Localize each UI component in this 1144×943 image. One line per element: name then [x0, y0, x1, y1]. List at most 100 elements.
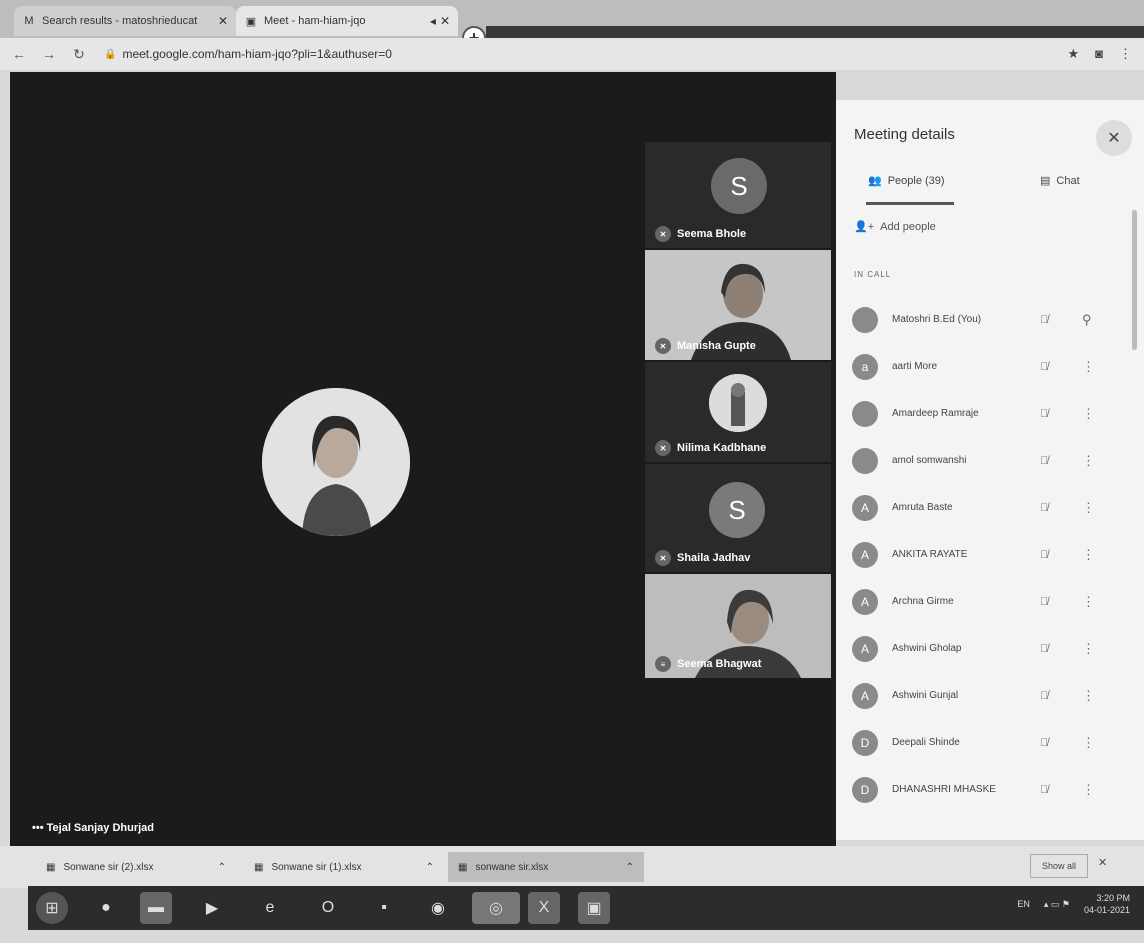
more-vert-icon[interactable]: ⋮: [1082, 500, 1095, 516]
bookmark-star-icon[interactable]: ★: [1067, 46, 1079, 62]
panel-scrollbar[interactable]: [1132, 210, 1137, 350]
excel-icon[interactable]: X: [528, 892, 560, 924]
more-vert-icon[interactable]: ⋮: [1082, 782, 1095, 798]
participant-avatar: [709, 374, 767, 432]
participant-tile[interactable]: S ✕ Seema Bhole: [645, 142, 831, 248]
lock-icon: 🔒: [104, 48, 117, 60]
excel-file-icon: ▦: [458, 861, 468, 873]
participant-row[interactable]: A Archna Girme 🎙̸ ⋮: [836, 578, 1144, 625]
mic-off-icon[interactable]: 🎙̸: [1040, 643, 1048, 655]
participant-tile[interactable]: S ✕ Shaila Jadhav: [645, 464, 831, 572]
participant-row[interactable]: D DHANASHRI MHASKE 🎙̸ ⋮: [836, 766, 1144, 813]
mic-off-icon[interactable]: 🎙̸: [1040, 314, 1048, 326]
more-vert-icon[interactable]: ⋮: [1082, 547, 1095, 563]
speaking-icon: ≡: [655, 656, 671, 672]
mic-off-icon[interactable]: 🎙̸: [1040, 455, 1048, 467]
clock[interactable]: 3:20 PM 04-01-2021: [1084, 892, 1130, 916]
participant-avatar: [852, 306, 878, 333]
tab-audio-icon[interactable]: ◂: [430, 14, 436, 28]
downloads-bar: ▦ Sonwane sir (2).xlsx ⌃ ▦ Sonwane sir (…: [0, 846, 1144, 888]
chevron-up-icon[interactable]: ⌃: [426, 862, 434, 873]
close-icon[interactable]: ✕: [1098, 856, 1107, 869]
participant-avatar: A: [852, 494, 878, 521]
participant-list: Matoshri B.Ed (You) 🎙̸ ⚲ a aarti More 🎙̸ ⋮ Amar…: [836, 296, 1144, 840]
tab-close-icon[interactable]: ✕: [440, 14, 450, 28]
mic-off-icon[interactable]: 🎙̸: [1040, 549, 1048, 561]
url-field[interactable]: meet.google.com/ham-hiam-jqo?pli=1&authu…: [122, 47, 392, 61]
tray-icons[interactable]: ▴ ▭ ⚑: [1044, 899, 1070, 910]
participant-row[interactable]: Matoshri B.Ed (You) 🎙̸ ⚲: [836, 296, 1144, 343]
tab-title: Search results - matoshrieducat: [42, 15, 198, 27]
participant-row[interactable]: Amardeep Ramraje 🎙̸ ⋮: [836, 390, 1144, 437]
app-icon[interactable]: ▣: [578, 892, 610, 924]
chevron-up-icon[interactable]: ⌃: [626, 862, 634, 873]
close-icon[interactable]: ✕: [1096, 120, 1132, 156]
participant-row[interactable]: A ANKITA RAYATE 🎙̸ ⋮: [836, 531, 1144, 578]
participant-tile[interactable]: ≡ Seema Bhagwat: [645, 574, 831, 678]
tab-chat[interactable]: ▤ Chat: [1040, 174, 1080, 188]
mic-off-icon[interactable]: 🎙̸: [1040, 737, 1048, 749]
participant-tile[interactable]: ✕ Manisha Gupte: [645, 250, 831, 360]
participant-avatar: D: [852, 776, 878, 803]
participant-row[interactable]: D Deepali Shinde 🎙̸ ⋮: [836, 719, 1144, 766]
reload-icon[interactable]: ↻: [68, 46, 90, 63]
app-icon[interactable]: ▪: [368, 892, 400, 924]
chevron-up-icon[interactable]: ⌃: [218, 862, 226, 873]
participant-name: aarti More: [892, 361, 938, 372]
windows-taskbar: ⊞ ● ▬ ▶ e O ▪ ◉ ◎ X ▣ EN ▴ ▭ ⚑ 3:20 PM 0…: [28, 886, 1144, 930]
participant-row[interactable]: A Amruta Baste 🎙̸ ⋮: [836, 484, 1144, 531]
menu-dots-icon[interactable]: ⋮: [1119, 46, 1132, 62]
language-indicator[interactable]: EN: [1017, 899, 1030, 909]
participant-avatar: A: [852, 541, 878, 568]
participant-name: Deepali Shinde: [892, 737, 960, 748]
participant-row[interactable]: A Ashwini Gholap 🎙̸ ⋮: [836, 625, 1144, 672]
download-item[interactable]: ▦ Sonwane sir (2).xlsx ⌃: [36, 852, 236, 882]
mic-off-icon[interactable]: 🎙̸: [1040, 596, 1048, 608]
participant-tile[interactable]: ✕ Nilima Kadbhane: [645, 362, 831, 462]
start-icon[interactable]: ⊞: [36, 892, 68, 924]
more-vert-icon[interactable]: ⋮: [1082, 406, 1095, 422]
media-icon[interactable]: ●: [90, 892, 122, 924]
tab-close-icon[interactable]: ✕: [218, 14, 228, 28]
app-icon[interactable]: ◉: [422, 892, 454, 924]
more-options-icon[interactable]: •••: [32, 822, 44, 834]
mic-off-icon[interactable]: 🎙̸: [1040, 784, 1048, 796]
more-vert-icon[interactable]: ⋮: [1082, 735, 1095, 751]
add-person-icon: 👤+: [854, 221, 875, 233]
tab-search-results[interactable]: M Search results - matoshrieducat ✕: [14, 6, 236, 36]
forward-icon[interactable]: →: [38, 46, 60, 62]
more-vert-icon[interactable]: ⋮: [1082, 641, 1095, 657]
mic-off-icon[interactable]: 🎙̸: [1040, 690, 1048, 702]
participant-avatar: A: [852, 588, 878, 615]
internet-explorer-icon[interactable]: e: [254, 892, 286, 924]
mic-off-icon[interactable]: 🎙̸: [1040, 361, 1048, 373]
more-vert-icon[interactable]: ⋮: [1082, 359, 1095, 375]
participant-row[interactable]: a aarti More 🎙̸ ⋮: [836, 343, 1144, 390]
more-vert-icon[interactable]: ⋮: [1082, 453, 1095, 469]
gmail-icon: M: [24, 15, 34, 27]
pin-icon[interactable]: ⚲: [1082, 312, 1092, 328]
tab-people[interactable]: 👥 People (39): [868, 174, 945, 188]
address-bar-row: ← → ↻ 🔒 meet.google.com/ham-hiam-jqo?pli…: [0, 38, 1144, 70]
chrome-icon[interactable]: ◎: [472, 892, 520, 924]
back-icon[interactable]: ←: [8, 46, 30, 62]
mic-off-icon[interactable]: 🎙̸: [1040, 502, 1048, 514]
download-item[interactable]: ▦ Sonwane sir (1).xlsx ⌃: [244, 852, 444, 882]
show-all-button[interactable]: Show all: [1030, 854, 1088, 878]
add-people-button[interactable]: 👤+ Add people: [854, 220, 936, 234]
participant-tile-label: ✕ Nilima Kadbhane: [655, 440, 766, 456]
participant-row[interactable]: A Ashwini Gunjal 🎙̸ ⋮: [836, 672, 1144, 719]
player-icon[interactable]: ▶: [196, 892, 228, 924]
folder-icon[interactable]: ▬: [140, 892, 172, 924]
opera-icon[interactable]: O: [312, 892, 344, 924]
tab-meet[interactable]: ▣ Meet - ham-hiam-jqo ◂ ✕: [236, 6, 458, 36]
participant-name: ANKITA RAYATE: [892, 549, 968, 560]
download-item[interactable]: ▦ sonwane sir.xlsx ⌃: [448, 852, 644, 882]
profile-icon[interactable]: ◙: [1095, 46, 1103, 62]
more-vert-icon[interactable]: ⋮: [1082, 594, 1095, 610]
participant-row[interactable]: amol somwanshi 🎙̸ ⋮: [836, 437, 1144, 484]
participant-avatar: [852, 400, 878, 427]
mic-off-icon[interactable]: 🎙̸: [1040, 408, 1048, 420]
more-vert-icon[interactable]: ⋮: [1082, 688, 1095, 704]
system-tray: EN ▴ ▭ ⚑ 3:20 PM 04-01-2021: [1017, 892, 1130, 916]
